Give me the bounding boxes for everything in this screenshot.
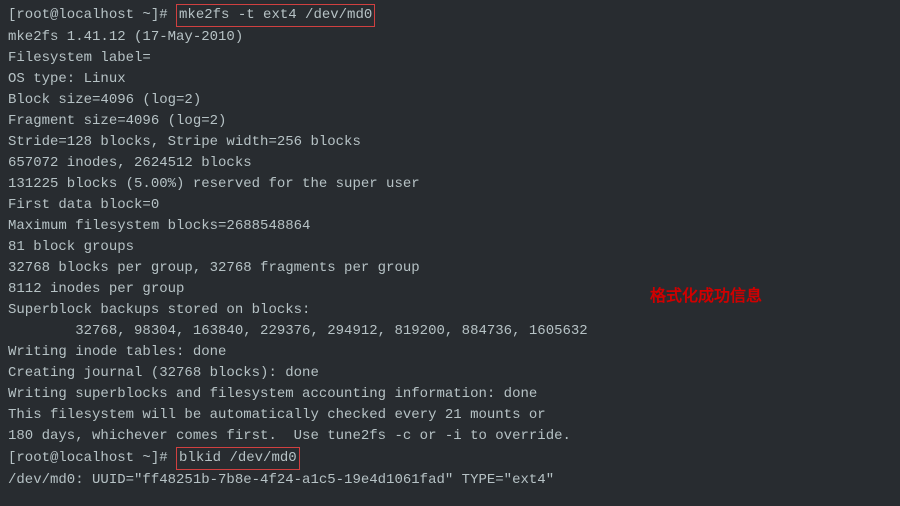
output-line-18: Creating journal (32768 blocks): done xyxy=(8,363,892,384)
prompt-prefix-1: [root@localhost ~]# xyxy=(8,7,176,23)
output2-line-1: /dev/md0: UUID="ff48251b-7b8e-4f24-a1c5-… xyxy=(8,470,892,491)
annotation-format-success: 格式化成功信息 xyxy=(650,285,762,309)
output-line-8: 131225 blocks (5.00%) reserved for the s… xyxy=(8,174,892,195)
output-line-21: This filesystem will be automatically ch… xyxy=(8,405,892,426)
output-line-9: First data block=0 xyxy=(8,195,892,216)
command-1-highlight: mke2fs -t ext4 /dev/md0 xyxy=(176,4,375,27)
output-line-10: Maximum filesystem blocks=2688548864 xyxy=(8,216,892,237)
prompt-prefix-2: [root@localhost ~]# xyxy=(8,450,176,466)
output-line-6: Stride=128 blocks, Stripe width=256 bloc… xyxy=(8,132,892,153)
output-line-4: Block size=4096 (log=2) xyxy=(8,90,892,111)
command-1: mke2fs -t ext4 /dev/md0 xyxy=(179,7,372,23)
output-line-1: mke2fs 1.41.12 (17-May-2010) xyxy=(8,27,892,48)
command-2: blkid /dev/md0 xyxy=(179,450,297,466)
output-line-22: 180 days, whichever comes first. Use tun… xyxy=(8,426,892,447)
output-line-2: Filesystem label= xyxy=(8,48,892,69)
output-line-3: OS type: Linux xyxy=(8,69,892,90)
prompt-line-1: [root@localhost ~]# mke2fs -t ext4 /dev/… xyxy=(8,4,892,27)
output-line-19: Writing superblocks and filesystem accou… xyxy=(8,384,892,405)
output-line-15: 32768, 98304, 163840, 229376, 294912, 81… xyxy=(8,321,892,342)
output-line-5: Fragment size=4096 (log=2) xyxy=(8,111,892,132)
output-line-11: 81 block groups xyxy=(8,237,892,258)
output-line-17: Writing inode tables: done xyxy=(8,342,892,363)
command-2-highlight: blkid /dev/md0 xyxy=(176,447,300,470)
prompt-line-2: [root@localhost ~]# blkid /dev/md0 xyxy=(8,447,892,470)
output-line-12: 32768 blocks per group, 32768 fragments … xyxy=(8,258,892,279)
output-line-7: 657072 inodes, 2624512 blocks xyxy=(8,153,892,174)
